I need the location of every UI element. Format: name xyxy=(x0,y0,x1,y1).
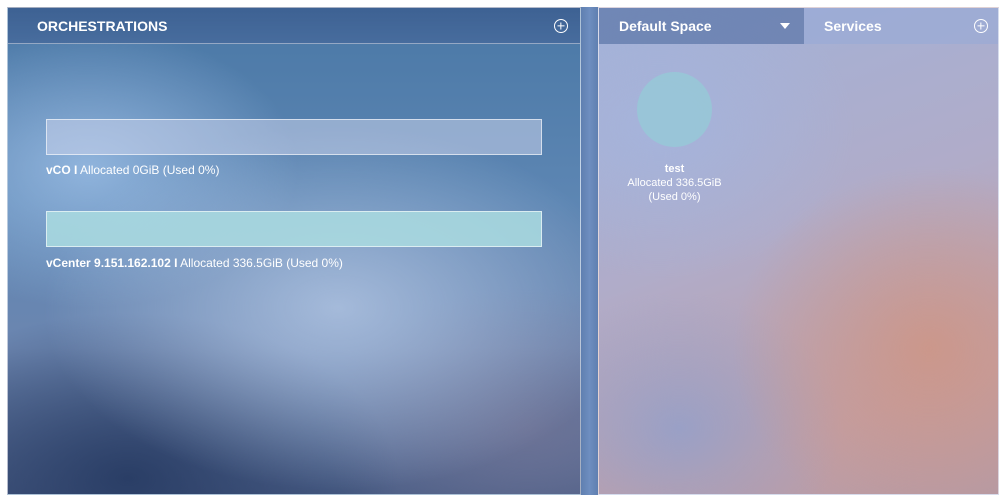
panel-divider[interactable] xyxy=(581,7,598,495)
service-bubble-test[interactable] xyxy=(637,72,712,147)
vcenter-allocation-label: vCenter 9.151.162.102 I Allocated 336.5G… xyxy=(46,256,343,270)
orchestrations-panel: ORCHESTRATIONS vCO I Allocated 0GiB (Use… xyxy=(7,7,581,495)
separator: I xyxy=(74,163,78,177)
orchestrations-title: ORCHESTRATIONS xyxy=(37,17,168,34)
service-used: (Used 0%) xyxy=(648,191,701,203)
services-title: Services xyxy=(824,18,882,34)
service-info-test: test Allocated 336.5GiB (Used 0%) xyxy=(613,162,736,204)
add-orchestration-icon[interactable] xyxy=(554,18,568,33)
vco-allocation-bar[interactable] xyxy=(46,119,542,155)
services-header: Services xyxy=(804,8,998,44)
separator: I xyxy=(174,256,178,270)
caret-down-icon xyxy=(780,23,790,29)
vcenter-allocation-bar[interactable] xyxy=(46,211,542,247)
service-name: test xyxy=(664,163,685,175)
space-selector-dropdown[interactable]: Default Space xyxy=(599,8,804,44)
vco-allocation-label: vCO I Allocated 0GiB (Used 0%) xyxy=(46,163,219,177)
orchestration-name: vCO xyxy=(46,163,71,177)
space-selected-label: Default Space xyxy=(619,18,712,34)
services-panel: Default Space Services test Allocated 33… xyxy=(598,7,999,495)
service-allocated: Allocated 336.5GiB xyxy=(627,177,722,189)
orchestrations-header: ORCHESTRATIONS xyxy=(8,8,580,44)
orchestration-name: vCenter 9.151.162.102 xyxy=(46,256,171,270)
add-service-icon[interactable] xyxy=(974,19,988,33)
orchestration-detail: Allocated 336.5GiB (Used 0%) xyxy=(180,256,343,270)
orchestration-detail: Allocated 0GiB (Used 0%) xyxy=(80,163,220,177)
